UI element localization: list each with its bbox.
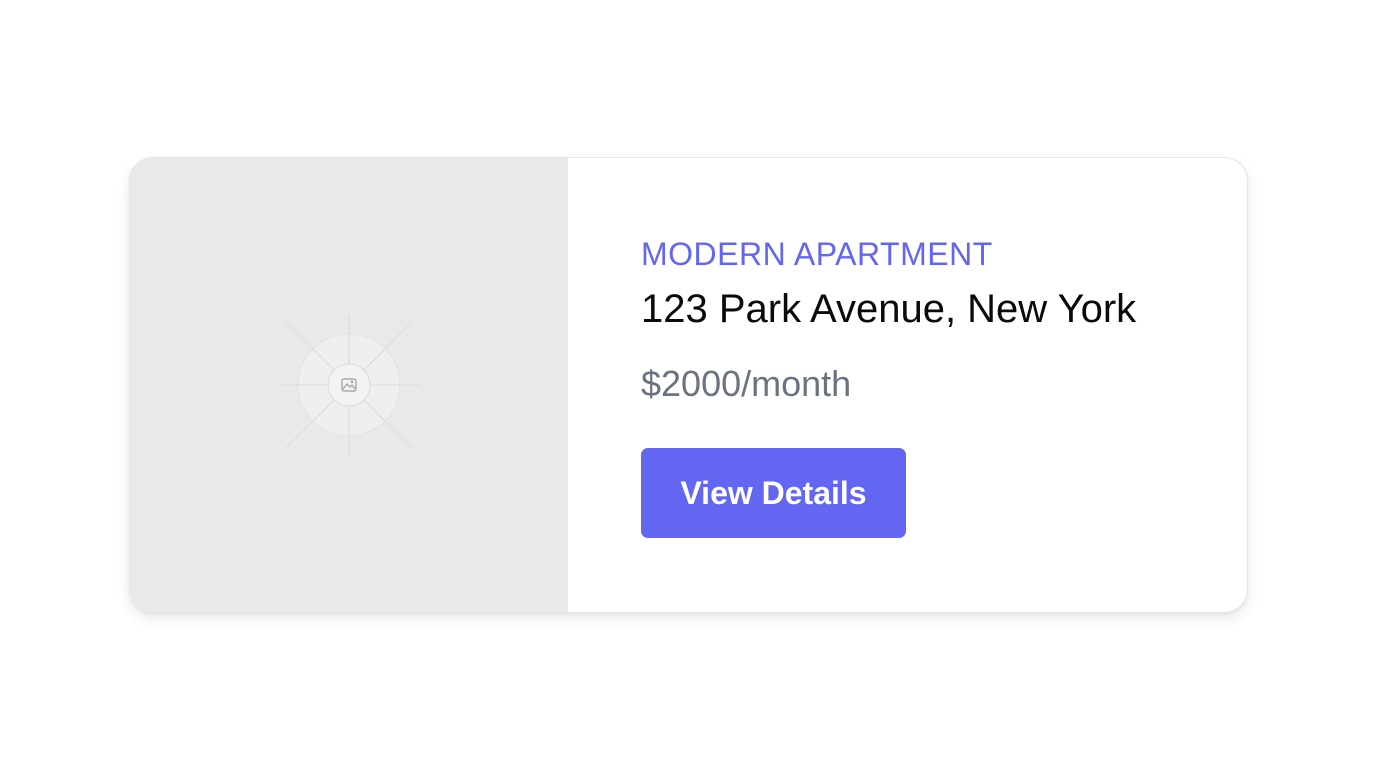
listing-image-placeholder (130, 158, 568, 612)
listing-card: MODERN APARTMENT 123 Park Avenue, New Yo… (129, 157, 1248, 613)
listing-category: MODERN APARTMENT (641, 236, 993, 272)
listing-details: MODERN APARTMENT 123 Park Avenue, New Yo… (568, 158, 1247, 612)
view-details-button[interactable]: View Details (641, 448, 906, 538)
listing-price: $2000/month (641, 363, 852, 404)
image-placeholder-icon (279, 315, 419, 455)
listing-address: 123 Park Avenue, New York (641, 287, 1137, 331)
